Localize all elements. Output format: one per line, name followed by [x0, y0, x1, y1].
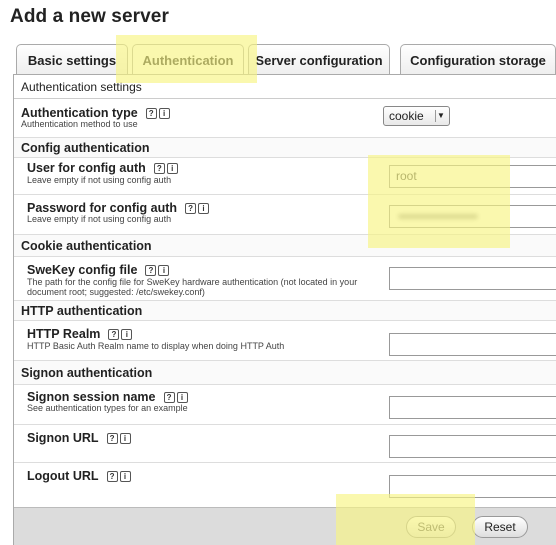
row-http-realm: HTTP Realm? i HTTP Basic Auth Realm name …	[14, 321, 556, 361]
realm-desc: HTTP Basic Auth Realm name to display wh…	[27, 341, 285, 351]
info-icon[interactable]: i	[198, 203, 210, 214]
user-desc: Leave empty if not using config auth	[27, 175, 172, 185]
swekey-label: SweKey config file? i	[27, 262, 171, 277]
row-auth-type: Authentication type? i Authentication met…	[14, 100, 556, 138]
panel-legend: Authentication settings	[14, 75, 556, 99]
realm-input[interactable]	[389, 333, 556, 356]
auth-type-value: cookie	[389, 109, 424, 123]
user-label: User for config auth? i	[27, 160, 180, 175]
info-icon[interactable]: i	[158, 265, 170, 276]
doc-icon[interactable]: ?	[106, 471, 118, 482]
row-password: Password for config auth? i Leave empty i…	[14, 195, 556, 235]
section-cookie-auth: Cookie authentication	[14, 235, 556, 257]
info-icon[interactable]: i	[166, 163, 178, 174]
auth-type-desc: Authentication method to use	[21, 119, 138, 129]
tab-bar: Basic settings Authentication Server con…	[16, 44, 556, 75]
reset-button[interactable]: Reset	[472, 516, 528, 538]
info-icon[interactable]: i	[158, 108, 170, 119]
doc-icon[interactable]: ?	[145, 108, 157, 119]
signon-url-input[interactable]	[389, 435, 556, 458]
logout-url-input[interactable]	[389, 475, 556, 498]
section-signon-auth: Signon authentication	[14, 361, 556, 385]
user-input[interactable]: root	[389, 165, 556, 188]
session-input[interactable]	[389, 396, 556, 419]
form-footer: Save Reset	[14, 507, 556, 545]
password-input[interactable]	[389, 205, 556, 228]
session-desc: See authentication types for an example	[27, 403, 188, 413]
info-icon[interactable]: i	[119, 433, 131, 444]
tab-server-configuration[interactable]: Server configuration	[248, 44, 390, 75]
auth-type-select[interactable]: cookie ▼	[383, 106, 450, 126]
logout-url-label: Logout URL? i	[27, 468, 133, 483]
settings-panel: Authentication settings Authentication t…	[13, 74, 556, 545]
row-signon-session: Signon session name? i See authentication…	[14, 385, 556, 425]
swekey-input[interactable]	[389, 267, 556, 290]
swekey-desc: The path for the config file for SweKey …	[27, 277, 358, 297]
doc-icon[interactable]: ?	[153, 163, 165, 174]
chevron-down-icon: ▼	[435, 110, 446, 122]
tab-authentication[interactable]: Authentication	[132, 44, 244, 75]
masked-password	[398, 214, 478, 219]
signon-url-label: Signon URL? i	[27, 430, 133, 445]
doc-icon[interactable]: ?	[106, 433, 118, 444]
info-icon[interactable]: i	[119, 471, 131, 482]
row-swekey: SweKey config file? i The path for the co…	[14, 257, 556, 301]
save-button[interactable]: Save	[406, 516, 456, 538]
section-http-auth: HTTP authentication	[14, 301, 556, 321]
realm-label: HTTP Realm? i	[27, 326, 134, 341]
password-desc: Leave empty if not using config auth	[27, 214, 172, 224]
tab-configuration-storage[interactable]: Configuration storage	[400, 44, 556, 75]
info-icon[interactable]: i	[121, 329, 133, 340]
doc-icon[interactable]: ?	[163, 392, 175, 403]
section-config-auth: Config authentication	[14, 138, 556, 158]
password-label: Password for config auth? i	[27, 200, 211, 215]
row-logout-url: Logout URL? i	[14, 463, 556, 507]
info-icon[interactable]: i	[176, 392, 188, 403]
doc-icon[interactable]: ?	[185, 203, 197, 214]
auth-type-label: Authentication type? i	[21, 105, 172, 120]
page-title: Add a new server	[10, 6, 169, 27]
doc-icon[interactable]: ?	[108, 329, 120, 340]
doc-icon[interactable]: ?	[145, 265, 157, 276]
tab-basic-settings[interactable]: Basic settings	[16, 44, 128, 75]
row-user: User for config auth? i Leave empty if no…	[14, 158, 556, 195]
session-label: Signon session name? i	[27, 389, 190, 404]
row-signon-url: Signon URL? i	[14, 425, 556, 463]
